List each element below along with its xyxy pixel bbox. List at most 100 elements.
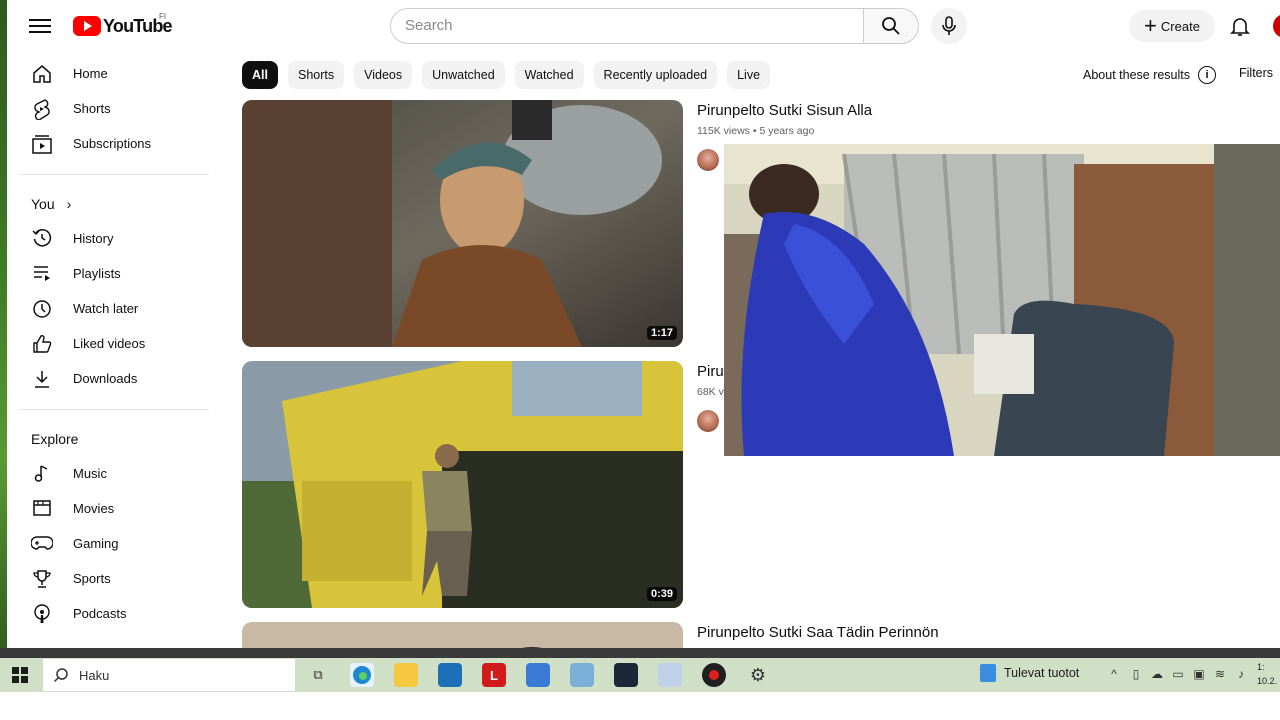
- filter-chips: All Shorts Videos Unwatched Watched Rece…: [242, 61, 771, 89]
- sidebar-item-history[interactable]: History: [7, 221, 221, 256]
- sidebar-item-label: Downloads: [73, 371, 138, 387]
- you-title: You: [31, 195, 55, 212]
- taskbar-search-box[interactable]: Haku: [43, 659, 295, 691]
- sidebar-item-gaming[interactable]: Gaming: [7, 526, 221, 561]
- sidebar-item-music[interactable]: Music: [7, 456, 221, 491]
- file-explorer-icon[interactable]: [394, 663, 418, 687]
- sidebar-item-playlists[interactable]: Playlists: [7, 256, 221, 291]
- sidebar-item-home[interactable]: Home: [7, 56, 221, 91]
- settings-gear-icon[interactable]: ⚙: [746, 663, 770, 687]
- steam-icon[interactable]: [614, 663, 638, 687]
- divider: [19, 408, 209, 410]
- chip-live[interactable]: Live: [727, 61, 771, 89]
- video-thumbnail[interactable]: 0:39: [242, 361, 683, 608]
- sidebar-item-subscriptions[interactable]: Subscriptions: [7, 126, 221, 161]
- plus-icon: +: [1144, 13, 1157, 38]
- chip-all[interactable]: All: [242, 61, 278, 89]
- filters-button[interactable]: Filters: [1239, 66, 1273, 80]
- video-title[interactable]: Pirunpelto Sutki Saa Tädin Perinnön: [697, 624, 939, 641]
- guide-sidebar: Home Shorts Subscriptions You › History …: [7, 56, 221, 648]
- windows-start-icon[interactable]: [12, 667, 28, 683]
- view-count: 115K views: [697, 125, 750, 137]
- info-icon: i: [1198, 66, 1217, 84]
- about-label: About these results: [1083, 68, 1191, 82]
- preview-video-frame: [724, 144, 1280, 456]
- sidebar-item-downloads[interactable]: Downloads: [7, 361, 221, 396]
- video-preview-player[interactable]: [724, 144, 1280, 456]
- voice-search-button[interactable]: [931, 8, 967, 44]
- masthead: YouTube FI Search + Create: [7, 0, 1280, 52]
- store-icon[interactable]: [438, 663, 462, 687]
- cloud-icon[interactable]: ☁: [1150, 667, 1164, 681]
- sidebar-item-label: Watch later: [73, 301, 139, 317]
- sidebar-item-watch-later[interactable]: Watch later: [7, 291, 221, 326]
- sidebar-item-shorts[interactable]: Shorts: [7, 91, 221, 126]
- app-wand-icon[interactable]: [658, 663, 682, 687]
- edge-icon[interactable]: [350, 663, 374, 687]
- volume-icon[interactable]: ♪: [1234, 667, 1248, 681]
- search-icon: [882, 17, 900, 35]
- screen-bottom-margin: [0, 692, 1280, 720]
- you-section-link[interactable]: You ›: [7, 187, 221, 221]
- news-widget-label: Tulevat tuotot: [1004, 666, 1080, 680]
- video-title[interactable]: Pirunpelto Sutki Sisun Alla: [697, 102, 872, 119]
- bell-icon: [1230, 18, 1250, 36]
- sidebar-item-liked-videos[interactable]: Liked videos: [7, 326, 221, 361]
- duration-badge: 0:39: [646, 587, 677, 601]
- sidebar-item-label: Gaming: [73, 535, 119, 551]
- video-thumbnail[interactable]: 1:17: [242, 100, 683, 347]
- create-button[interactable]: + Create: [1129, 10, 1215, 42]
- app-red-dot-icon[interactable]: [702, 663, 726, 687]
- chip-shorts[interactable]: Shorts: [287, 61, 345, 89]
- task-view-icon[interactable]: ⧉: [306, 663, 330, 687]
- chevron-right-icon: ›: [66, 195, 72, 212]
- like-icon: [31, 333, 53, 355]
- account-avatar[interactable]: [1273, 14, 1280, 38]
- divider: [19, 173, 209, 175]
- sidebar-item-movies[interactable]: Movies: [7, 491, 221, 526]
- chip-unwatched[interactable]: Unwatched: [422, 61, 505, 89]
- thumbnail-image: [242, 361, 683, 608]
- history-icon: [31, 227, 53, 249]
- wifi-icon[interactable]: ≋: [1213, 667, 1227, 681]
- search-input[interactable]: Search: [390, 8, 864, 44]
- shorts-icon: [31, 98, 53, 120]
- news-widget[interactable]: Tulevat tuotot: [980, 664, 1079, 682]
- chip-videos[interactable]: Videos: [354, 61, 413, 89]
- about-results-button[interactable]: About these results i: [1083, 66, 1217, 84]
- display-icon[interactable]: ▣: [1192, 667, 1206, 681]
- chip-watched[interactable]: Watched: [514, 61, 584, 89]
- chip-recently-uploaded[interactable]: Recently uploaded: [593, 61, 718, 89]
- upload-age: 5 years ago: [759, 125, 815, 137]
- battery-icon[interactable]: ▭: [1171, 667, 1185, 681]
- channel-avatar[interactable]: [697, 410, 719, 432]
- notifications-button[interactable]: [1228, 14, 1252, 38]
- taskbar-clock[interactable]: 1: 10.2.: [1257, 660, 1277, 688]
- notepad-icon[interactable]: [570, 663, 594, 687]
- chevron-up-icon[interactable]: ^: [1107, 667, 1121, 681]
- sidebar-item-podcasts[interactable]: Podcasts: [7, 596, 221, 631]
- watch-later-icon: [31, 298, 53, 320]
- sidebar-item-label: Playlists: [73, 265, 121, 281]
- outlook-icon[interactable]: [526, 663, 550, 687]
- create-label: Create: [1160, 18, 1200, 34]
- app-l-icon[interactable]: L: [482, 663, 506, 687]
- clock-date: 10.2.: [1257, 676, 1278, 686]
- search-icon: [53, 668, 68, 683]
- duration-badge: 1:17: [646, 326, 677, 340]
- thumbnail-image: [242, 622, 683, 648]
- taskbar-search-placeholder: Haku: [79, 667, 110, 683]
- menu-icon[interactable]: [29, 16, 51, 36]
- channel-avatar[interactable]: [697, 149, 719, 171]
- download-icon: [31, 368, 53, 390]
- sidebar-item-label: History: [73, 230, 114, 246]
- sidebar-item-sports[interactable]: Sports: [7, 561, 221, 596]
- tray-app-icon[interactable]: ▯: [1129, 667, 1143, 681]
- view-count: 68K v: [697, 386, 724, 398]
- sidebar-item-label: Subscriptions: [73, 136, 152, 152]
- youtube-logo[interactable]: YouTube: [73, 14, 173, 38]
- video-thumbnail[interactable]: [242, 622, 683, 648]
- search-button[interactable]: [863, 8, 919, 44]
- sidebar-item-label: Sports: [73, 571, 111, 587]
- music-icon: [31, 462, 53, 484]
